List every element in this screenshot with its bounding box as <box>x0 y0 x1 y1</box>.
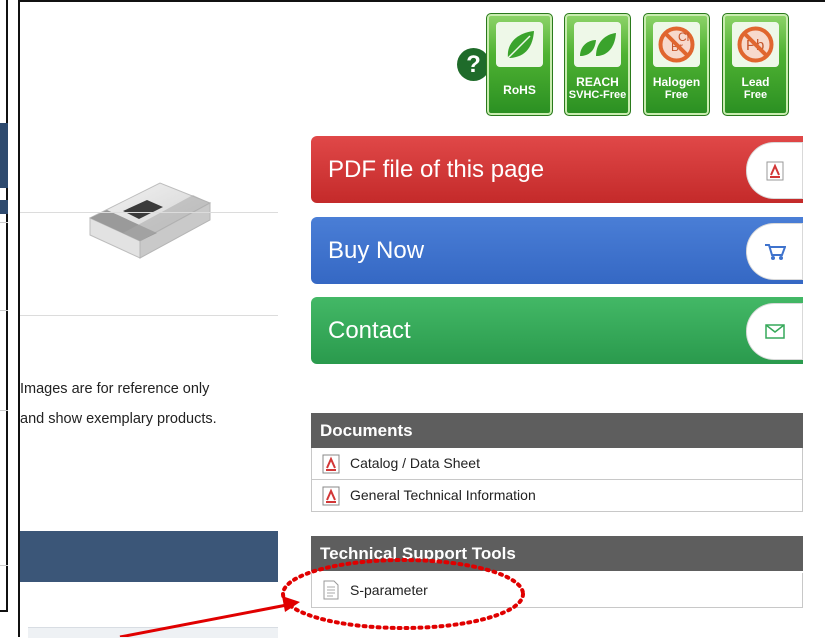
badge-label: Lead <box>741 75 770 89</box>
pdf-file-icon <box>322 486 340 506</box>
image-disclaimer-line2: and show exemplary products. <box>20 411 217 427</box>
badge-label: Halogen <box>652 75 701 89</box>
image-disclaimer-line1: Images are for reference only <box>20 381 210 397</box>
badge-sublabel: Free <box>743 89 768 101</box>
tool-link-s-parameter[interactable]: S-parameter <box>311 573 803 608</box>
section-header-bar <box>20 531 278 582</box>
contact-label: Contact <box>328 317 411 344</box>
document-link-catalog[interactable]: Catalog / Data Sheet <box>311 448 803 480</box>
leaf-icon <box>496 22 543 67</box>
badge-label: REACH <box>576 75 619 89</box>
no-halogen-icon: Br Cl <box>653 22 700 67</box>
text-file-icon <box>323 580 339 600</box>
product-image <box>88 182 212 259</box>
envelope-icon <box>746 303 803 360</box>
document-link-label: Catalog / Data Sheet <box>350 455 480 471</box>
no-lead-icon: Pb <box>732 22 779 67</box>
tools-header: Technical Support Tools <box>311 536 803 571</box>
reach-badge[interactable]: REACH SVHC-Free <box>564 13 631 116</box>
svg-text:Cl: Cl <box>678 30 689 44</box>
documents-header: Documents <box>311 413 803 448</box>
buy-now-label: Buy Now <box>328 237 425 264</box>
left-panel-line <box>0 410 8 411</box>
left-panel-line <box>0 222 8 223</box>
bottom-tile <box>28 627 278 638</box>
pdf-page-label: PDF file of this page <box>328 156 545 183</box>
badge-sublabel: SVHC-Free <box>568 89 627 101</box>
contact-button[interactable]: Contact <box>311 297 803 364</box>
badge-sublabel: Free <box>664 89 689 101</box>
buy-now-button[interactable]: Buy Now <box>311 217 803 284</box>
lead-free-badge[interactable]: Pb Lead Free <box>722 13 789 116</box>
left-panel-line <box>0 310 8 311</box>
cart-icon <box>746 223 803 280</box>
pdf-icon <box>746 142 803 199</box>
document-link-label: General Technical Information <box>350 487 536 503</box>
leaves-icon <box>574 22 621 67</box>
left-panel-header-strip <box>0 123 8 188</box>
badge-label: RoHS <box>503 83 536 97</box>
divider <box>20 212 278 213</box>
left-panel-edge <box>0 0 8 612</box>
left-panel-line <box>0 565 8 566</box>
pdf-page-button[interactable]: PDF file of this page <box>311 136 803 203</box>
pdf-file-icon <box>322 454 340 474</box>
document-link-general-info[interactable]: General Technical Information <box>311 480 803 512</box>
halogen-free-badge[interactable]: Br Cl Halogen Free <box>643 13 710 116</box>
tool-link-label: S-parameter <box>350 582 428 598</box>
left-panel-strip-2 <box>0 200 8 214</box>
divider <box>20 315 278 316</box>
rohs-badge[interactable]: RoHS <box>486 13 553 116</box>
